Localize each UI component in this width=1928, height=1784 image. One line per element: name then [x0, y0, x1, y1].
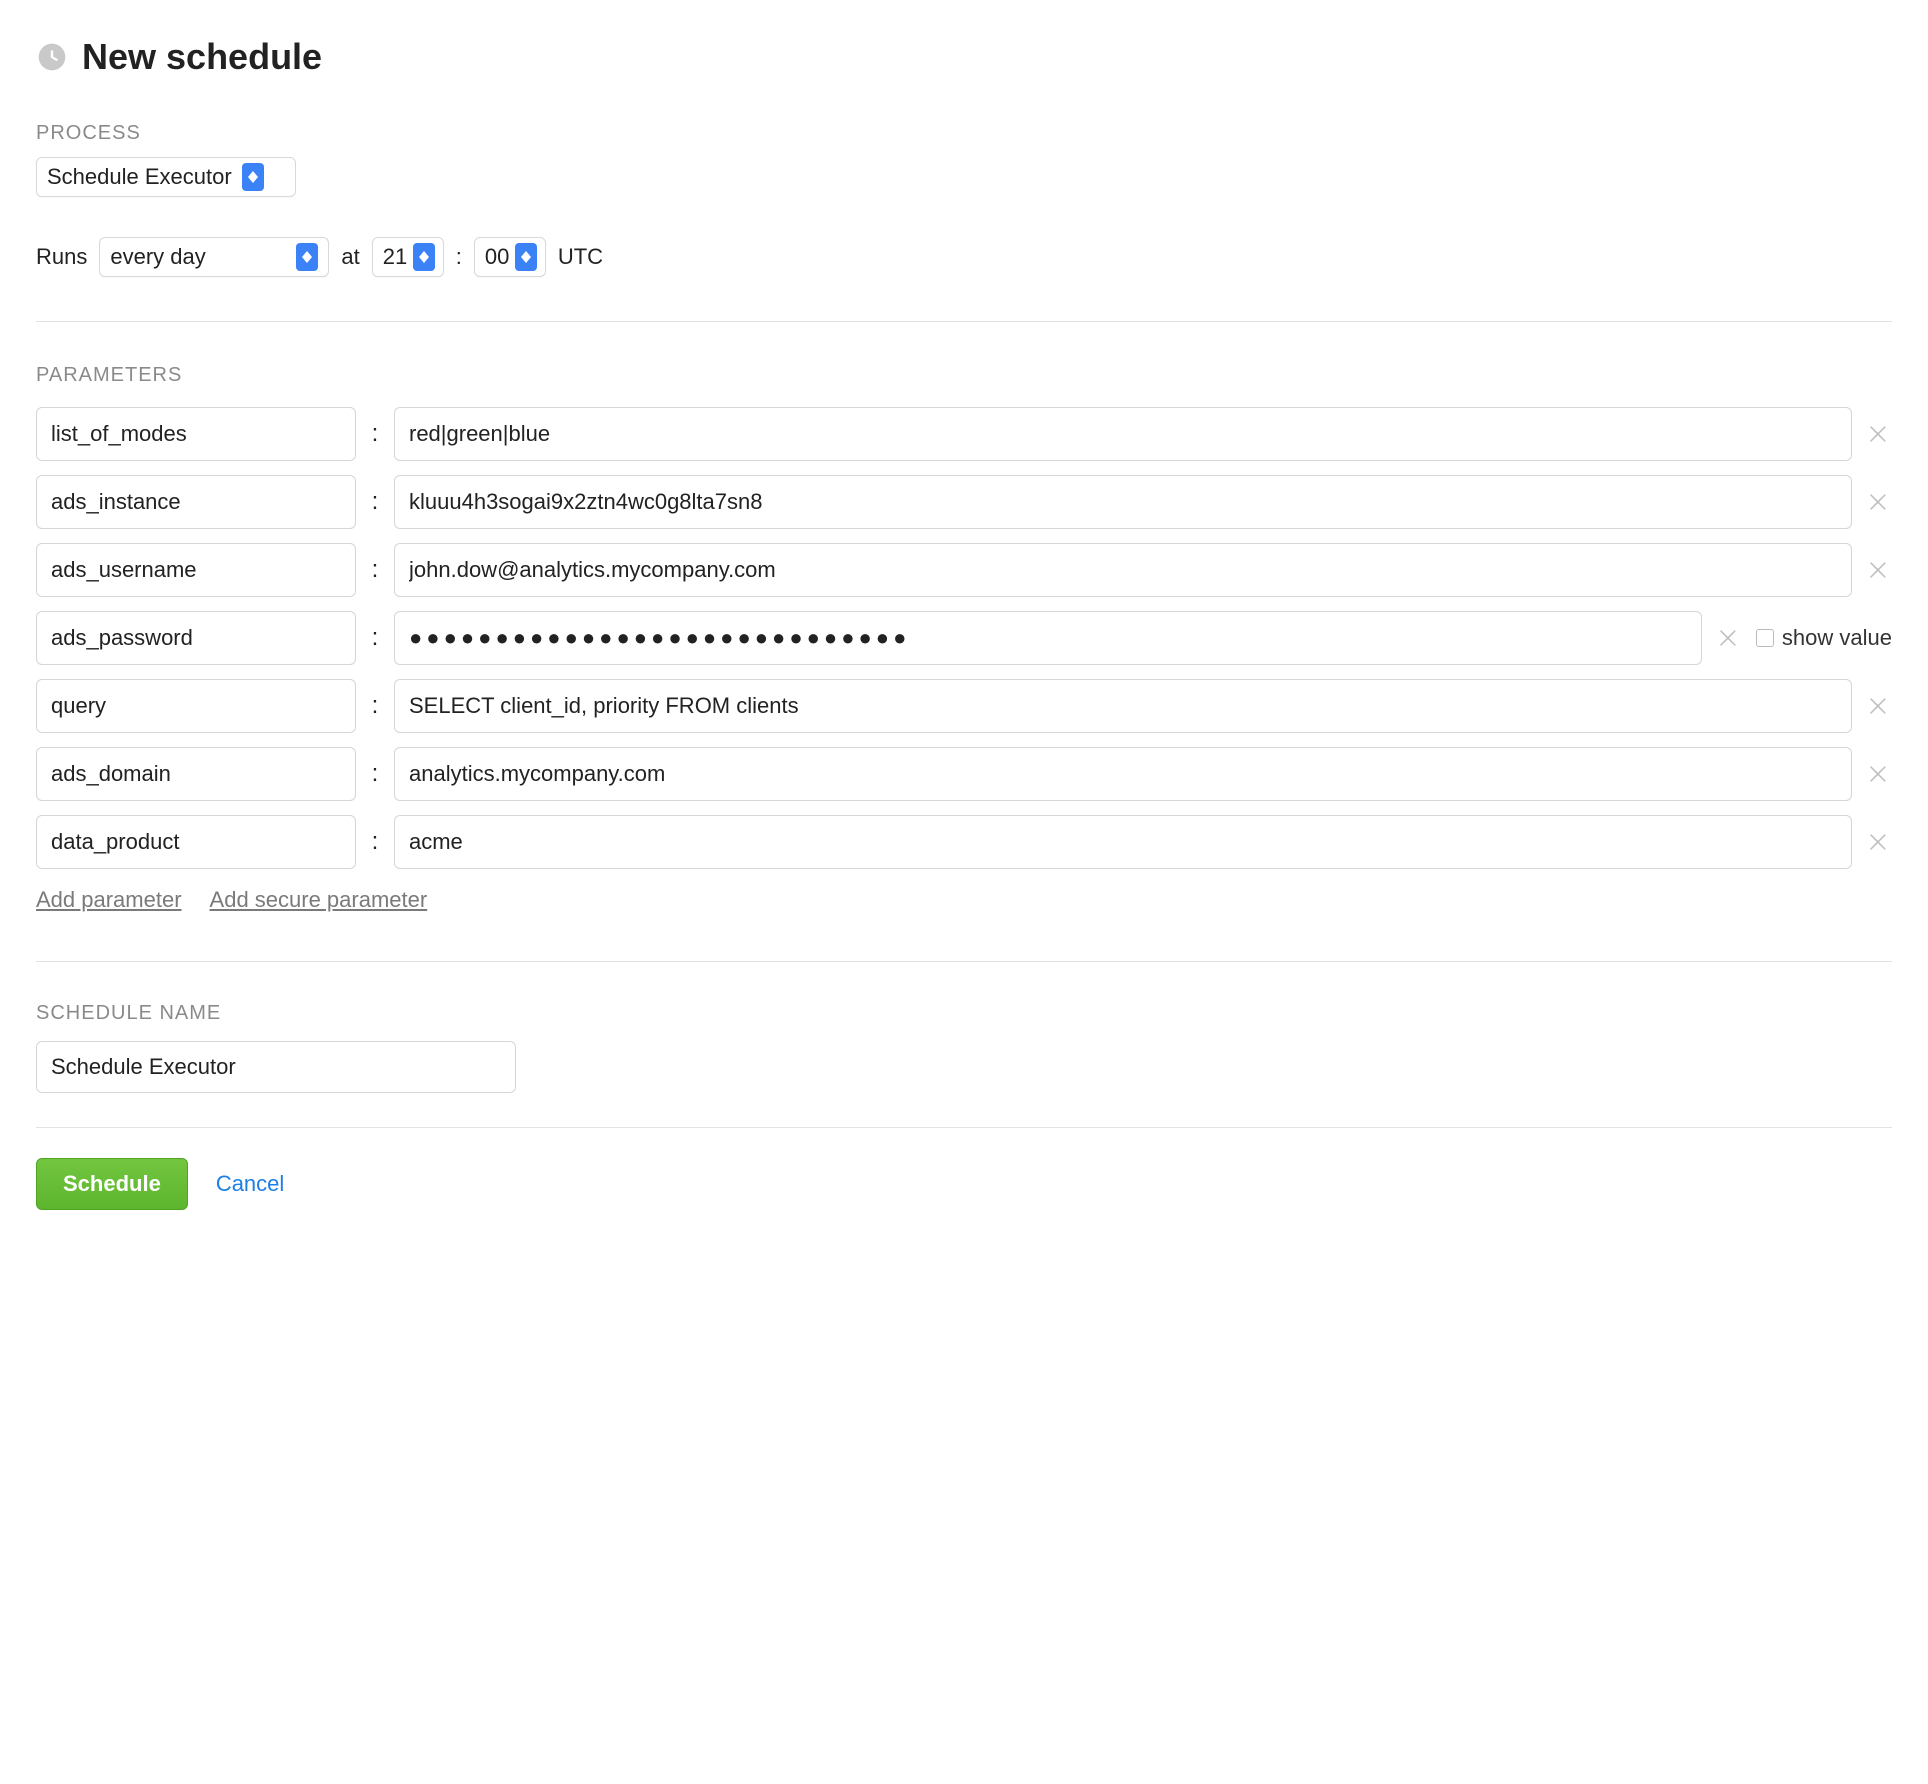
at-label: at	[341, 244, 359, 270]
page-title: New schedule	[82, 36, 322, 78]
param-key-input[interactable]	[36, 475, 356, 529]
select-stepper-icon	[515, 243, 537, 271]
param-value-input[interactable]	[394, 815, 1852, 869]
param-row: :	[36, 543, 1892, 597]
process-section-label: PROCESS	[36, 122, 1892, 145]
runs-row: Runs every day at 21 : 00 UTC	[36, 237, 1892, 277]
param-value-input[interactable]	[394, 475, 1852, 529]
tz-label: UTC	[558, 244, 603, 270]
param-links: Add parameter Add secure parameter	[36, 887, 1892, 913]
actions-row: Schedule Cancel	[36, 1158, 1892, 1210]
param-key-input[interactable]	[36, 679, 356, 733]
param-key-input[interactable]	[36, 611, 356, 665]
param-row: :	[36, 679, 1892, 733]
param-key-input[interactable]	[36, 543, 356, 597]
delete-param-button[interactable]	[1866, 421, 1892, 447]
param-key-input[interactable]	[36, 407, 356, 461]
hour-value: 21	[383, 244, 407, 270]
cancel-link[interactable]: Cancel	[216, 1171, 284, 1197]
param-row: :	[36, 815, 1892, 869]
add-parameter-link[interactable]: Add parameter	[36, 887, 182, 913]
param-colon: :	[370, 760, 380, 788]
param-colon: :	[370, 420, 380, 448]
divider	[36, 1127, 1892, 1128]
param-value-input[interactable]	[394, 747, 1852, 801]
select-stepper-icon	[296, 243, 318, 271]
delete-param-button[interactable]	[1716, 625, 1742, 651]
delete-param-button[interactable]	[1866, 557, 1892, 583]
param-colon: :	[370, 488, 380, 516]
add-secure-parameter-link[interactable]: Add secure parameter	[210, 887, 428, 913]
process-select-value: Schedule Executor	[47, 164, 232, 190]
time-separator: :	[456, 244, 462, 270]
parameters-list: ::::show value:::	[36, 407, 1892, 869]
schedule-name-section-label: SCHEDULE NAME	[36, 1002, 1892, 1025]
select-stepper-icon	[242, 163, 264, 191]
minute-select[interactable]: 00	[474, 237, 546, 277]
delete-param-button[interactable]	[1866, 829, 1892, 855]
param-colon: :	[370, 692, 380, 720]
process-select[interactable]: Schedule Executor	[36, 157, 296, 197]
schedule-name-input[interactable]	[36, 1041, 516, 1093]
param-row: :	[36, 475, 1892, 529]
hour-select[interactable]: 21	[372, 237, 444, 277]
close-icon	[1866, 829, 1892, 855]
show-value-toggle[interactable]: show value	[1756, 625, 1892, 651]
param-key-input[interactable]	[36, 747, 356, 801]
divider	[36, 321, 1892, 322]
close-icon	[1716, 625, 1742, 651]
close-icon	[1866, 421, 1892, 447]
param-row: :	[36, 747, 1892, 801]
close-icon	[1866, 489, 1892, 515]
param-colon: :	[370, 828, 380, 856]
select-stepper-icon	[413, 243, 435, 271]
param-value-input[interactable]	[394, 679, 1852, 733]
runs-label: Runs	[36, 244, 87, 270]
show-value-label: show value	[1782, 625, 1892, 651]
close-icon	[1866, 693, 1892, 719]
param-key-input[interactable]	[36, 815, 356, 869]
delete-param-button[interactable]	[1866, 489, 1892, 515]
param-value-input[interactable]	[394, 543, 1852, 597]
delete-param-button[interactable]	[1866, 761, 1892, 787]
close-icon	[1866, 557, 1892, 583]
frequency-select[interactable]: every day	[99, 237, 329, 277]
param-row: : show value	[36, 611, 1892, 665]
param-colon: :	[370, 556, 380, 584]
param-value-secure-input[interactable]	[394, 611, 1702, 665]
minute-value: 00	[485, 244, 509, 270]
param-colon: :	[370, 624, 380, 652]
schedule-button[interactable]: Schedule	[36, 1158, 188, 1210]
param-value-input[interactable]	[394, 407, 1852, 461]
parameters-section-label: PARAMETERS	[36, 364, 1892, 387]
frequency-value: every day	[110, 244, 286, 270]
show-value-checkbox[interactable]	[1756, 629, 1774, 647]
clock-icon	[36, 41, 68, 73]
close-icon	[1866, 761, 1892, 787]
param-row: :	[36, 407, 1892, 461]
page-header: New schedule	[36, 36, 1892, 78]
delete-param-button[interactable]	[1866, 693, 1892, 719]
divider	[36, 961, 1892, 962]
